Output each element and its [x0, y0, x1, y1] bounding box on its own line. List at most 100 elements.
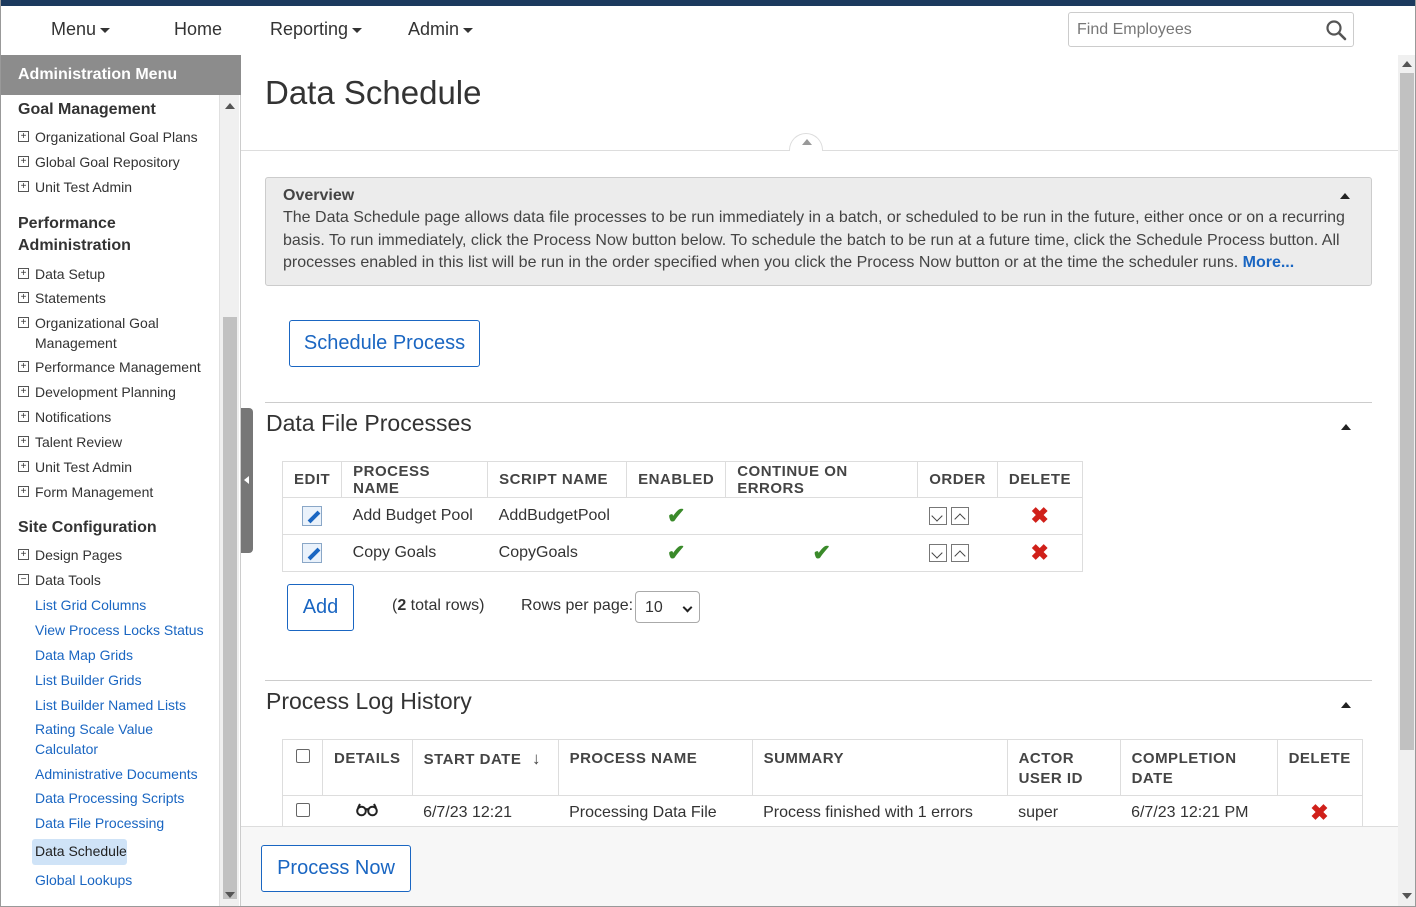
col-header-actor-user-id[interactable]: ACTOR USER ID — [1006, 739, 1121, 796]
nav-admin[interactable]: Admin — [408, 19, 474, 40]
collapse-triangle-icon[interactable] — [1340, 193, 1350, 199]
nav-reporting[interactable]: Reporting — [270, 19, 363, 40]
search-input[interactable] — [1077, 19, 1317, 41]
sidebar-collapse-handle[interactable] — [241, 408, 253, 553]
expand-icon: + — [18, 436, 29, 447]
main-scrollbar[interactable] — [1398, 55, 1415, 906]
process-log-history-title: Process Log History — [266, 688, 472, 714]
sidebar-item-data-setup[interactable]: + Data Setup — [18, 264, 213, 284]
sidebar-section-administration: Administration — [18, 237, 131, 254]
col-header-continue-on-errors[interactable]: CONTINUE ON ERRORS — [725, 461, 919, 498]
schedule-process-button[interactable]: Schedule Process — [289, 320, 480, 367]
move-up-icon[interactable] — [950, 506, 969, 525]
edit-icon[interactable] — [302, 543, 323, 563]
sidebar-item-development-planning[interactable]: + Development Planning — [18, 382, 213, 402]
sidebar-link-data-file-processing[interactable]: Data File Processing — [35, 813, 210, 833]
col-header-completion-date[interactable]: COMPLETION DATE — [1119, 739, 1278, 796]
sidebar-link-view-process-locks-status[interactable]: View Process Locks Status — [35, 620, 210, 640]
header-collapse-toggle[interactable] — [789, 133, 823, 151]
glasses-icon[interactable] — [356, 803, 379, 817]
total-rows-count: 2 — [397, 597, 407, 614]
move-down-icon[interactable] — [928, 543, 947, 562]
table-row: Add Budget Pool AddBudgetPool ✔ ✖ — [281, 497, 1084, 535]
sidebar-link-data-processing-scripts[interactable]: Data Processing Scripts — [35, 788, 210, 808]
col-header-start-date[interactable]: START DATE ↓ — [411, 739, 559, 796]
scroll-up-icon[interactable] — [1402, 61, 1412, 67]
actor-cell: super — [1007, 795, 1121, 830]
section-divider — [265, 402, 1372, 403]
search-icon[interactable] — [1325, 19, 1347, 41]
expand-icon: + — [18, 292, 29, 303]
sidebar-link-list-builder-named-lists[interactable]: List Builder Named Lists — [35, 695, 210, 715]
nav-home[interactable]: Home — [174, 19, 222, 40]
delete-icon[interactable]: ✖ — [1030, 540, 1048, 565]
rows-per-page-value: 10 — [645, 599, 663, 616]
overview-body: The Data Schedule page allows data file … — [283, 209, 1345, 271]
script-name-cell: CopyGoals — [487, 534, 627, 572]
col-header-process-name[interactable]: PROCESS NAME — [557, 739, 753, 796]
col-header-script-name[interactable]: SCRIPT NAME — [487, 461, 628, 498]
sidebar-item-data-tools[interactable]: − Data Tools — [18, 570, 213, 590]
start-date-cell: 6/7/23 12:21 — [412, 795, 559, 830]
expand-icon: + — [18, 181, 29, 192]
sidebar-item-statements[interactable]: + Statements — [18, 288, 213, 308]
scroll-up-icon[interactable] — [225, 103, 235, 109]
sidebar-link-rating-scale-value-calculator[interactable]: Rating Scale Value Calculator — [35, 719, 175, 759]
chevron-up-icon — [802, 139, 812, 145]
sidebar-item-talent-review[interactable]: + Talent Review — [18, 432, 213, 452]
sidebar-item-organizational-goal-management[interactable]: + Organizational Goal Management — [18, 313, 213, 353]
more-link[interactable]: More... — [1243, 254, 1295, 271]
script-name-cell: AddBudgetPool — [487, 497, 627, 535]
edit-icon[interactable] — [302, 506, 323, 526]
main-scroll-thumb[interactable] — [1400, 73, 1414, 750]
scroll-down-icon[interactable] — [225, 892, 235, 898]
collapse-triangle-icon[interactable] — [1341, 702, 1351, 708]
delete-icon[interactable]: ✖ — [1030, 503, 1048, 528]
sidebar-link-data-schedule-active[interactable]: Data Schedule — [32, 839, 127, 865]
sidebar-link-global-lookups[interactable]: Global Lookups — [35, 870, 210, 890]
top-navigation: Menu Home Reporting Admin — [1, 6, 1415, 55]
sidebar-item-design-pages[interactable]: + Design Pages — [18, 545, 213, 565]
expand-icon: + — [18, 486, 29, 497]
col-header-delete: DELETE — [996, 461, 1084, 498]
move-up-icon[interactable] — [950, 543, 969, 562]
delete-icon[interactable]: ✖ — [1310, 800, 1328, 825]
sidebar-link-administrative-documents[interactable]: Administrative Documents — [35, 764, 210, 784]
page-title: Data Schedule — [265, 74, 482, 111]
table-header-row: EDIT PROCESS NAME SCRIPT NAME ENABLED CO… — [281, 461, 1084, 498]
sticky-footer: Process Now — [241, 826, 1398, 906]
sidebar-item-unit-test-admin-perf[interactable]: + Unit Test Admin — [18, 457, 213, 477]
select-all-checkbox[interactable] — [295, 749, 310, 763]
sidebar-scroll-thumb[interactable] — [223, 317, 237, 899]
sidebar-link-list-builder-grids[interactable]: List Builder Grids — [35, 670, 210, 690]
col-header-delete: DELETE — [1276, 739, 1363, 796]
expand-icon: + — [18, 156, 29, 167]
row-checkbox[interactable] — [295, 803, 310, 817]
sidebar-link-list-grid-columns[interactable]: List Grid Columns — [35, 595, 210, 615]
sidebar-item-unit-test-admin[interactable]: + Unit Test Admin — [18, 177, 213, 197]
process-name-cell: Copy Goals — [341, 534, 488, 572]
sidebar-item-performance-management[interactable]: + Performance Management — [18, 357, 213, 377]
col-header-process-name[interactable]: PROCESS NAME — [341, 461, 489, 498]
user-id-label: USER ID — [1018, 770, 1083, 787]
sidebar-item-global-goal-repository[interactable]: + Global Goal Repository — [18, 152, 213, 172]
nav-menu[interactable]: Menu — [51, 19, 111, 40]
sidebar-item-notifications[interactable]: + Notifications — [18, 407, 213, 427]
move-down-icon[interactable] — [928, 506, 947, 525]
chevron-down-icon — [352, 27, 363, 33]
sidebar-link-data-map-grids[interactable]: Data Map Grids — [35, 645, 210, 665]
expand-icon: + — [18, 268, 29, 279]
col-header-enabled[interactable]: ENABLED — [626, 461, 727, 498]
chevron-down-icon — [100, 27, 111, 33]
sidebar-scrollbar[interactable] — [219, 95, 239, 906]
overview-title: Overview — [283, 187, 355, 204]
sidebar-item-organizational-goal-plans[interactable]: + Organizational Goal Plans — [18, 127, 213, 147]
add-button[interactable]: Add — [287, 584, 354, 631]
rows-per-page-select[interactable]: 10 — [635, 591, 700, 623]
sidebar-item-form-management[interactable]: + Form Management — [18, 482, 213, 502]
process-now-button[interactable]: Process Now — [261, 845, 411, 892]
admin-sidebar: Administration Menu Goal Management + Org… — [1, 55, 241, 906]
collapse-triangle-icon[interactable] — [1341, 424, 1351, 430]
col-header-summary[interactable]: SUMMARY — [751, 739, 1008, 796]
scroll-down-icon[interactable] — [1402, 893, 1412, 899]
